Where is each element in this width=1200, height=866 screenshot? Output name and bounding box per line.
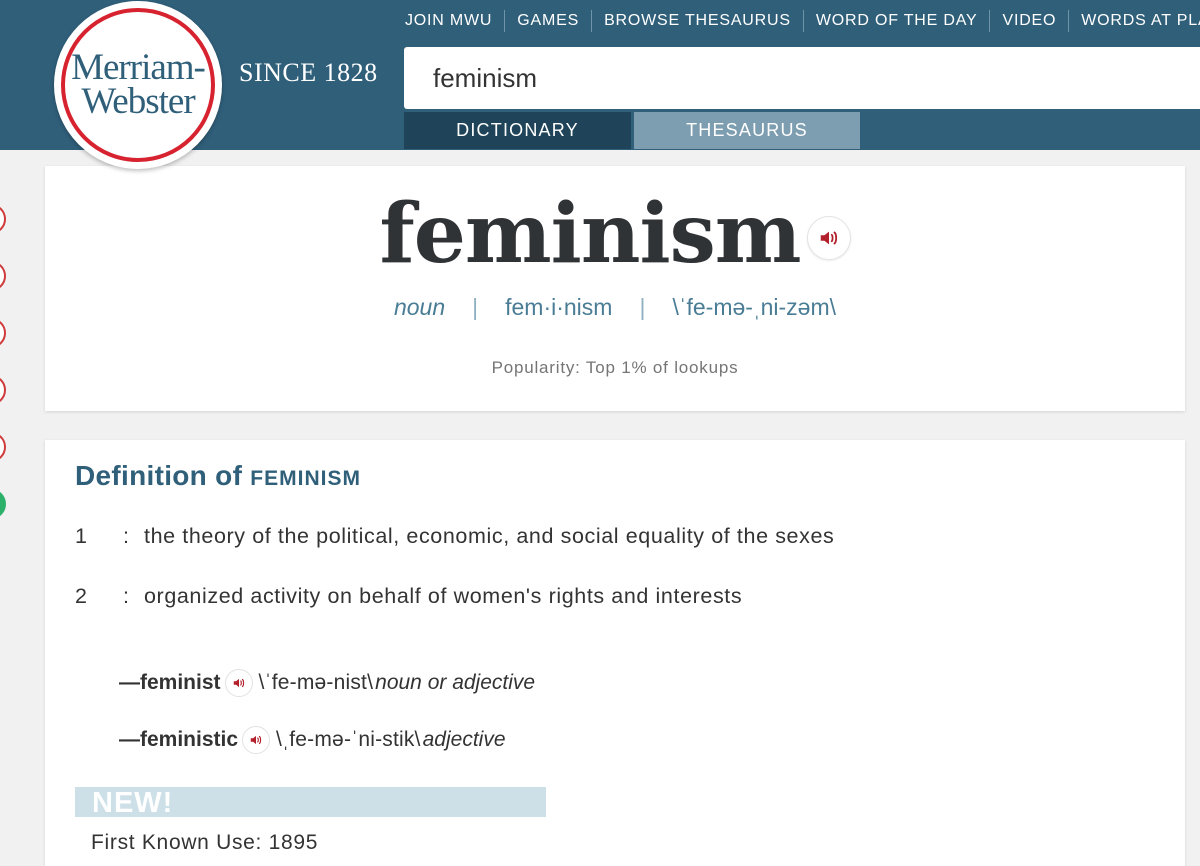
- sense-colon: :: [123, 524, 130, 548]
- pronunciation[interactable]: \ˈfe-mə-ˌni-zəm\: [672, 294, 836, 321]
- speaker-icon: [820, 231, 837, 245]
- entry-attributes: noun | fem·i·nism | \ˈfe-mə-ˌni-zəm\: [45, 294, 1185, 321]
- top-nav: JOIN MWU GAMES BROWSE THESAURUS WORD OF …: [393, 9, 1200, 33]
- share-icon[interactable]: [0, 318, 6, 348]
- nav-video[interactable]: VIDEO: [990, 10, 1068, 32]
- run-on-pronunciation: \ˈfe-mə-nist\: [258, 671, 374, 694]
- attribute-divider: |: [639, 294, 646, 320]
- play-pronunciation-button[interactable]: [224, 669, 253, 697]
- share-icon[interactable]: [0, 375, 6, 405]
- nav-browse-thesaurus[interactable]: BROWSE THESAURUS: [592, 10, 803, 32]
- sense-text: organized activity on behalf of women's …: [144, 584, 743, 608]
- first-known-use: First Known Use: 1895: [91, 831, 319, 854]
- headword: feminism: [379, 186, 801, 282]
- popularity-label: Popularity: Top 1% of lookups: [491, 358, 739, 377]
- part-of-speech-link[interactable]: noun: [394, 294, 445, 321]
- run-on-word: —feministic: [119, 728, 239, 751]
- definition-heading-word: FEMINISM: [250, 467, 361, 490]
- share-icon[interactable]: [0, 261, 6, 291]
- run-on-word: —feminist: [119, 671, 221, 694]
- sense-number: 1: [75, 524, 88, 548]
- nav-word-of-the-day[interactable]: WORD OF THE DAY: [804, 10, 990, 32]
- nav-join-mwu[interactable]: JOIN MWU: [393, 10, 504, 32]
- sense-item: 2 : organized activity on behalf of wome…: [75, 584, 742, 609]
- run-on-part-of-speech: adjective: [422, 728, 506, 751]
- search-input[interactable]: [404, 47, 1200, 109]
- logo-text-merriam: Merriam-: [71, 47, 206, 88]
- nav-words-at-play[interactable]: WORDS AT PLAY: [1069, 10, 1200, 32]
- sense-item: 1 : the theory of the political, economi…: [75, 524, 834, 549]
- since-tagline: SINCE 1828: [239, 58, 378, 87]
- logo-seal: Merriam- Webster: [61, 8, 215, 162]
- headword-row: feminism: [45, 184, 1185, 284]
- play-pronunciation-button[interactable]: [806, 216, 851, 260]
- run-on-entry: —feminist \ˈfe-mə-nist\ noun or adjectiv…: [119, 669, 535, 697]
- new-banner: NEW!: [75, 787, 546, 817]
- sense-colon: :: [123, 584, 130, 608]
- run-on-entry: —feministic \ˌfe-mə-ˈni-stik\ adjective: [119, 726, 506, 754]
- headword-card: feminism noun | fem·i·nism | \ˈfe-mə-ˌni…: [45, 166, 1185, 411]
- share-icon[interactable]: [0, 204, 6, 234]
- tab-dictionary[interactable]: DICTIONARY: [404, 112, 631, 149]
- definition-card: Definition of FEMINISM 1 : the theory of…: [45, 440, 1185, 866]
- share-icon[interactable]: [0, 432, 6, 462]
- site-logo[interactable]: Merriam- Webster: [54, 1, 222, 169]
- tab-thesaurus[interactable]: THESAURUS: [634, 112, 860, 149]
- syllables: fem·i·nism: [505, 294, 613, 320]
- sense-text: the theory of the political, economic, a…: [144, 524, 835, 548]
- logo-text-webster: Webster: [81, 81, 195, 122]
- share-icon[interactable]: [0, 489, 6, 519]
- attribute-divider: |: [472, 294, 479, 320]
- speaker-icon: [233, 678, 244, 688]
- speaker-icon: [250, 735, 262, 745]
- sense-number: 2: [75, 584, 88, 608]
- play-pronunciation-button[interactable]: [242, 726, 271, 754]
- nav-games[interactable]: GAMES: [505, 10, 591, 32]
- run-on-pronunciation: \ˌfe-mə-ˈni-stik\: [276, 728, 421, 751]
- run-on-part-of-speech: noun or adjective: [375, 671, 536, 694]
- new-label: NEW!: [92, 787, 174, 817]
- definition-heading: Definition of FEMINISM: [75, 460, 361, 492]
- definition-heading-prefix: Definition of: [75, 460, 243, 491]
